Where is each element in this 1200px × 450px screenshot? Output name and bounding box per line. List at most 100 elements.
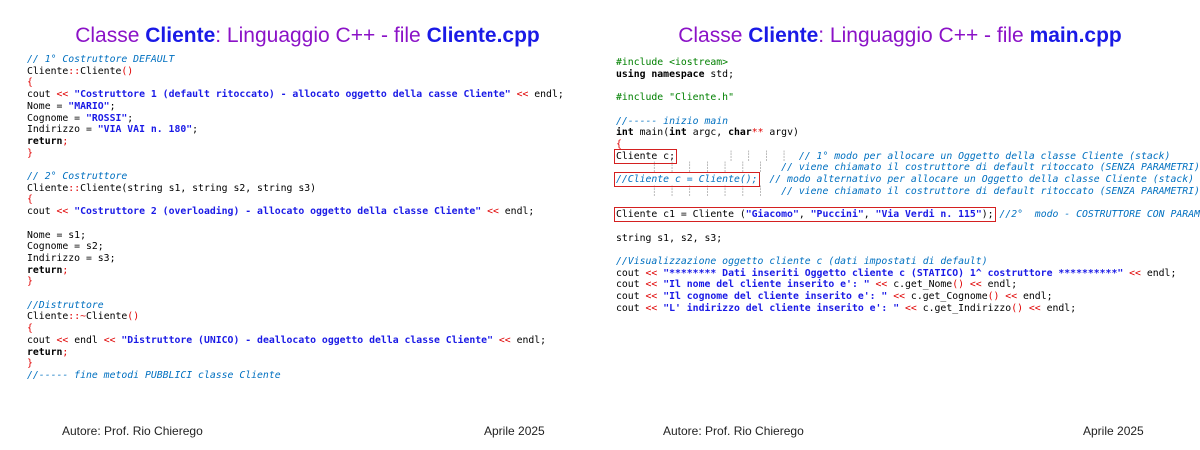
code-token: Nome =	[27, 100, 69, 112]
indent-guides: ┊ ┊ ┊ ┊ ┊ ┊ ┊	[616, 185, 782, 197]
code-line: Cliente c; ┊ ┊ ┊ ┊ // 1° modo per alloca…	[614, 148, 1200, 164]
code-token: ::	[68, 65, 81, 77]
code-line: {	[27, 194, 564, 206]
code-line: Indirizzo = s3;	[27, 253, 564, 265]
code-line: // 2° Costruttore	[27, 171, 564, 183]
code-token: c.get_Cognome	[905, 291, 988, 303]
code-token: "Il cognome del cliente inserito e': "	[657, 291, 894, 303]
code-token: std;	[704, 68, 734, 80]
code-token: <<	[103, 334, 116, 346]
indent-guides: ┊ ┊ ┊ ┊ ┊ ┊ ┊	[616, 162, 782, 174]
code-token: {	[616, 138, 622, 150]
code-line: #include <iostream>	[616, 57, 1200, 69]
code-token: #include <iostream>	[616, 57, 729, 68]
code-listing-main-cpp: #include <iostream> using namespace std; …	[614, 57, 1200, 314]
code-token: int	[616, 127, 634, 139]
code-line: Cognome = s2;	[27, 241, 564, 253]
code-line: //----- inizio main	[616, 116, 1200, 128]
code-token: "Il nome del cliente inserito e': "	[657, 279, 876, 291]
code-line: {	[616, 139, 1200, 151]
code-token: cout	[27, 89, 57, 101]
code-line: cout << "Costruttore 2 (overloading) - a…	[27, 206, 564, 218]
code-line: ┊ ┊ ┊ ┊ ┊ ┊ ┊ // viene chiamato il costr…	[616, 186, 1200, 198]
code-line: cout << "Costruttore 1 (default ritoccat…	[27, 89, 564, 101]
code-token: Cliente	[27, 311, 69, 323]
highlighted-code: Cliente c;	[614, 148, 677, 164]
code-token: <<	[498, 334, 511, 346]
code-token: c.get_Indirizzo	[916, 302, 1012, 314]
code-token: cout	[616, 291, 646, 303]
code-token: Cliente(string s1, string s2, string s3)	[80, 182, 317, 194]
code-token: Cliente	[27, 65, 69, 77]
code-token: ()	[127, 311, 140, 323]
code-token: <<	[56, 334, 69, 346]
code-line: {	[27, 77, 564, 89]
highlighted-code: Cliente c1 = Cliente ("Giacomo", "Puccin…	[614, 207, 996, 223]
code-token: endl;	[1040, 302, 1077, 314]
code-token: "Puccini"	[810, 209, 864, 221]
code-token: "ROSSI"	[85, 112, 128, 124]
code-line: cout << "Il cognome del cliente inserito…	[616, 291, 1200, 303]
code-token: endl;	[498, 206, 535, 218]
code-line: // 1° Costruttore DEFAULT	[27, 54, 564, 66]
code-token: // viene chiamato il costruttore di defa…	[781, 162, 1200, 174]
code-line: #include "Cliente.h"	[616, 92, 1200, 104]
code-line: }	[27, 276, 564, 288]
footer-author: Autore: Prof. Rio Chierego	[62, 424, 203, 438]
code-token: //----- fine metodi PUBBLICI classe Clie…	[27, 369, 281, 381]
code-token: ;	[109, 100, 116, 112]
code-token: <<	[56, 206, 69, 218]
code-token: <<	[1023, 302, 1041, 314]
code-token: c.get_Nome	[887, 279, 953, 291]
title-file-name: main.cpp	[1029, 24, 1122, 47]
slide-cliente-cpp: Classe Cliente: Linguaggio C++ - file Cl…	[0, 0, 600, 450]
code-token: ::	[68, 182, 81, 194]
code-token: #include "Cliente.h"	[616, 92, 734, 104]
code-token: <<	[645, 267, 658, 279]
footer-date: Aprile 2025	[1083, 424, 1144, 438]
code-token: <<	[645, 302, 658, 314]
code-line: return;	[27, 265, 564, 277]
code-line: cout << "Il nome del cliente inserito e'…	[616, 279, 1200, 291]
code-token: Cognome =	[27, 112, 86, 124]
title-prefix: Classe	[678, 24, 749, 47]
code-token: <<	[893, 291, 906, 303]
code-token: main(	[633, 127, 670, 139]
code-token: ()	[121, 65, 134, 77]
code-token: }	[27, 147, 33, 159]
code-line: return;	[27, 136, 564, 148]
code-token: cout	[27, 334, 57, 346]
code-token: cout	[616, 302, 646, 314]
code-token: "Costruttore 2 (overloading) - allocato …	[68, 206, 488, 218]
code-token: ()	[987, 291, 1000, 303]
code-token: **	[751, 127, 764, 139]
code-token: endl;	[528, 89, 564, 101]
code-token: // 2° Costruttore	[27, 171, 128, 183]
code-token: ;	[192, 124, 199, 136]
code-token: cout	[616, 279, 646, 291]
slide-main-cpp: Classe Cliente: Linguaggio C++ - file ma…	[600, 0, 1200, 450]
code-token: endl;	[1140, 267, 1177, 279]
code-token: <<	[645, 291, 658, 303]
code-token: <<	[1129, 267, 1141, 279]
code-token: endl;	[981, 279, 1018, 291]
code-listing-cliente-cpp: // 1° Costruttore DEFAULT Cliente::Client…	[27, 54, 564, 382]
code-token: );	[981, 209, 994, 221]
code-token: Cliente	[86, 311, 128, 323]
code-line: Nome = s1;	[27, 230, 564, 242]
code-token: Cliente	[27, 182, 69, 194]
code-token: endl	[68, 334, 104, 346]
code-token: "Giacomo"	[745, 209, 799, 221]
code-token: //Visualizzazione oggetto cliente c (dat…	[616, 255, 988, 267]
code-line: //----- fine metodi PUBBLICI classe Clie…	[27, 370, 564, 382]
code-line: cout << endl << "Distruttore (UNICO) - d…	[27, 335, 564, 347]
slide-title: Classe Cliente: Linguaggio C++ - file ma…	[600, 24, 1200, 48]
code-token: return	[27, 135, 63, 147]
code-token: {	[27, 194, 33, 206]
